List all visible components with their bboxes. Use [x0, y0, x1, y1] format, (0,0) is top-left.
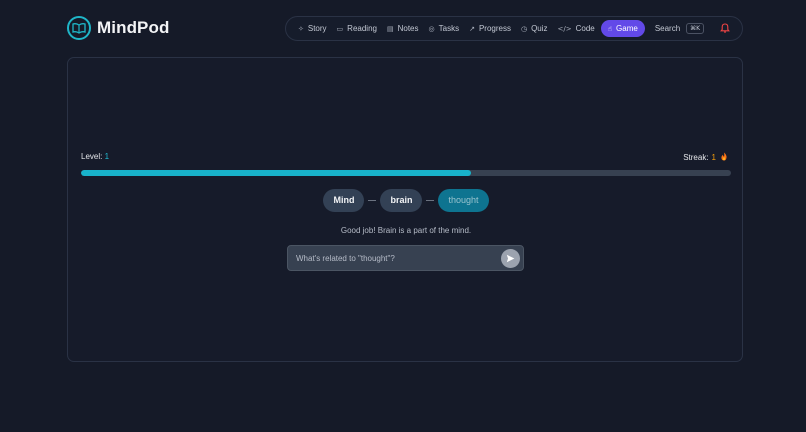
send-icon [506, 250, 515, 268]
book-icon: ▭ [336, 24, 344, 33]
open-book-icon [67, 16, 91, 40]
chain-connector [368, 199, 377, 201]
search-label: Search [654, 24, 681, 33]
progress-bar [81, 170, 731, 176]
nav-item-label: Progress [478, 24, 511, 33]
nav-item-label: Quiz [531, 24, 548, 33]
chain-word-current: thought [438, 188, 489, 212]
streak-value: 1 [711, 153, 716, 162]
nav-item-game[interactable]: ☝ Game [600, 20, 645, 37]
nav-item-label: Story [307, 24, 327, 33]
nav-item-progress[interactable]: ↗ Progress [465, 20, 515, 37]
level-label: Level: [81, 152, 103, 161]
answer-input[interactable] [288, 246, 493, 270]
bell-icon [720, 20, 731, 38]
submit-button[interactable] [501, 249, 520, 268]
search-shortcut: ⌘K [686, 23, 705, 34]
streak-indicator: Streak: 1 [683, 152, 728, 163]
nav-item-code[interactable]: </> Code [554, 20, 599, 37]
chain-word: brain [380, 188, 423, 212]
progress-fill [81, 170, 471, 176]
top-header: MindPod ✧ Story ▭ Reading ▤ Notes ◎ Task… [0, 0, 806, 56]
flame-icon [720, 152, 728, 163]
nav-item-label: Tasks [438, 24, 460, 33]
nav-item-label: Reading [347, 24, 377, 33]
nav-item-label: Game [616, 24, 638, 33]
streak-label: Streak: [683, 153, 709, 162]
notes-icon: ▤ [386, 24, 394, 33]
trend-icon: ↗ [469, 24, 475, 33]
game-card: Level: 1 Streak: 1 Mind brain thought Go… [67, 57, 743, 362]
help-circle-icon: ◷ [520, 24, 528, 33]
level-indicator: Level: 1 [81, 152, 109, 161]
level-value: 1 [104, 152, 110, 161]
nav-item-notes[interactable]: ▤ Notes [383, 20, 423, 37]
nav-item-label: Notes [397, 24, 419, 33]
answer-form [287, 245, 524, 271]
chain-connector [426, 199, 435, 201]
search-button[interactable]: Search ⌘K [651, 20, 708, 37]
code-icon: </> [557, 24, 572, 33]
notifications-button[interactable] [720, 20, 731, 38]
rocket-icon: ✧ [298, 24, 304, 33]
app-name: MindPod [97, 18, 170, 37]
chain-word: Mind [323, 188, 365, 212]
nav-item-quiz[interactable]: ◷ Quiz [517, 20, 552, 37]
nav-item-label: Code [575, 24, 595, 33]
main-nav: ✧ Story ▭ Reading ▤ Notes ◎ Tasks ↗ Prog… [285, 16, 743, 41]
feedback-message: Good job! Brain is a part of the mind. [340, 226, 472, 235]
nav-item-reading[interactable]: ▭ Reading [333, 20, 381, 37]
hand-pointer-icon: ☝ [607, 24, 613, 33]
word-chain: Mind brain thought [68, 188, 744, 212]
nav-item-story[interactable]: ✧ Story [294, 20, 331, 37]
app-logo[interactable]: MindPod [67, 16, 169, 40]
nav-item-tasks[interactable]: ◎ Tasks [425, 20, 464, 37]
check-circle-icon: ◎ [428, 24, 435, 33]
